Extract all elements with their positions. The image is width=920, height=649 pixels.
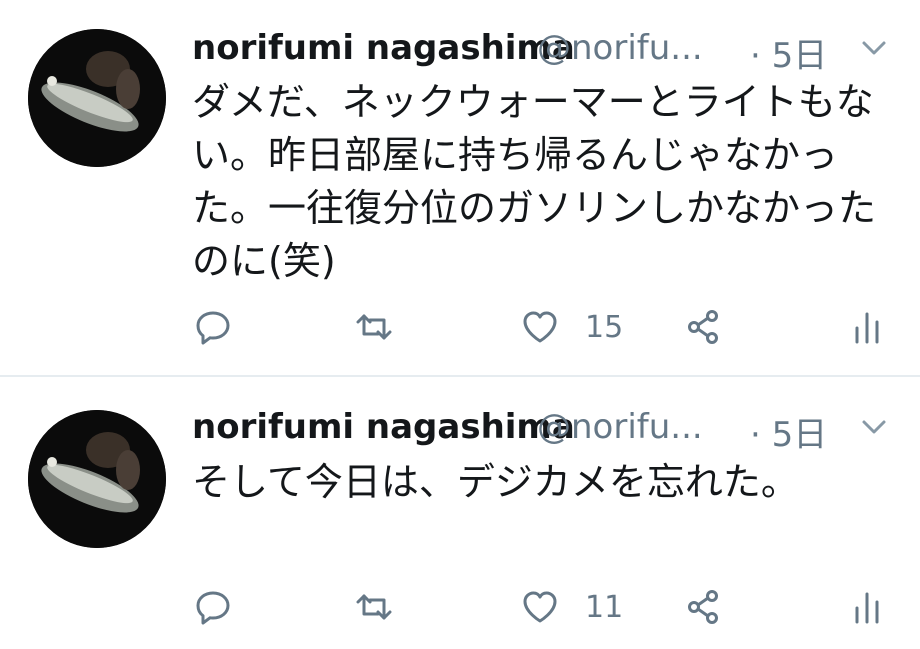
- tweet[interactable]: norifumi nagashima @norifu... · 5日 そして今日…: [0, 377, 920, 649]
- reply-icon: [196, 591, 230, 625]
- tweet-header: norifumi nagashima @norifu... · 5日: [192, 28, 902, 76]
- tweet-actions: 11: [0, 582, 920, 632]
- share-icon: [688, 590, 718, 624]
- timestamp[interactable]: · 5日: [750, 407, 827, 456]
- author-handle[interactable]: @norifu...: [537, 28, 709, 68]
- tweet-text: そして今日は、デジカメを忘れた。: [192, 460, 799, 504]
- like-count: 15: [585, 309, 624, 345]
- share-icon: [688, 310, 718, 344]
- avatar-image: [28, 29, 166, 167]
- author-name[interactable]: norifumi nagashima: [192, 407, 575, 447]
- tweet-actions: 15: [0, 302, 920, 352]
- retweet-icon: [356, 594, 392, 620]
- chevron-down-icon[interactable]: [860, 36, 888, 60]
- avatar-image: [28, 410, 166, 548]
- reply-button[interactable]: [194, 302, 232, 352]
- chevron-down-icon[interactable]: [860, 415, 888, 439]
- avatar[interactable]: [28, 410, 166, 548]
- timestamp[interactable]: · 5日: [750, 28, 827, 77]
- retweet-icon: [356, 314, 392, 340]
- analytics-button[interactable]: [848, 582, 886, 632]
- analytics-button[interactable]: [848, 302, 886, 352]
- heart-icon: [523, 591, 557, 623]
- author-handle[interactable]: @norifu...: [537, 407, 709, 447]
- tweet[interactable]: norifumi nagashima @norifu... · 5日 ダメだ、ネ…: [0, 0, 920, 375]
- heart-icon: [523, 311, 557, 343]
- share-button[interactable]: [684, 582, 722, 632]
- avatar[interactable]: [28, 29, 166, 167]
- tweet-text: ダメだ、ネックウォーマーとライトもない。昨日部屋に持ち帰るんじゃなかった。一往復…: [192, 80, 877, 283]
- reply-icon: [196, 311, 230, 345]
- tweet-header: norifumi nagashima @norifu... · 5日: [192, 407, 902, 455]
- retweet-button[interactable]: [355, 302, 393, 352]
- like-button[interactable]: 15: [521, 302, 623, 352]
- share-button[interactable]: [684, 302, 722, 352]
- retweet-button[interactable]: [355, 582, 393, 632]
- stats-icon: [855, 592, 879, 624]
- stats-icon: [855, 312, 879, 344]
- reply-button[interactable]: [194, 582, 232, 632]
- author-name[interactable]: norifumi nagashima: [192, 28, 575, 68]
- like-count: 11: [585, 589, 624, 625]
- like-button[interactable]: 11: [521, 582, 623, 632]
